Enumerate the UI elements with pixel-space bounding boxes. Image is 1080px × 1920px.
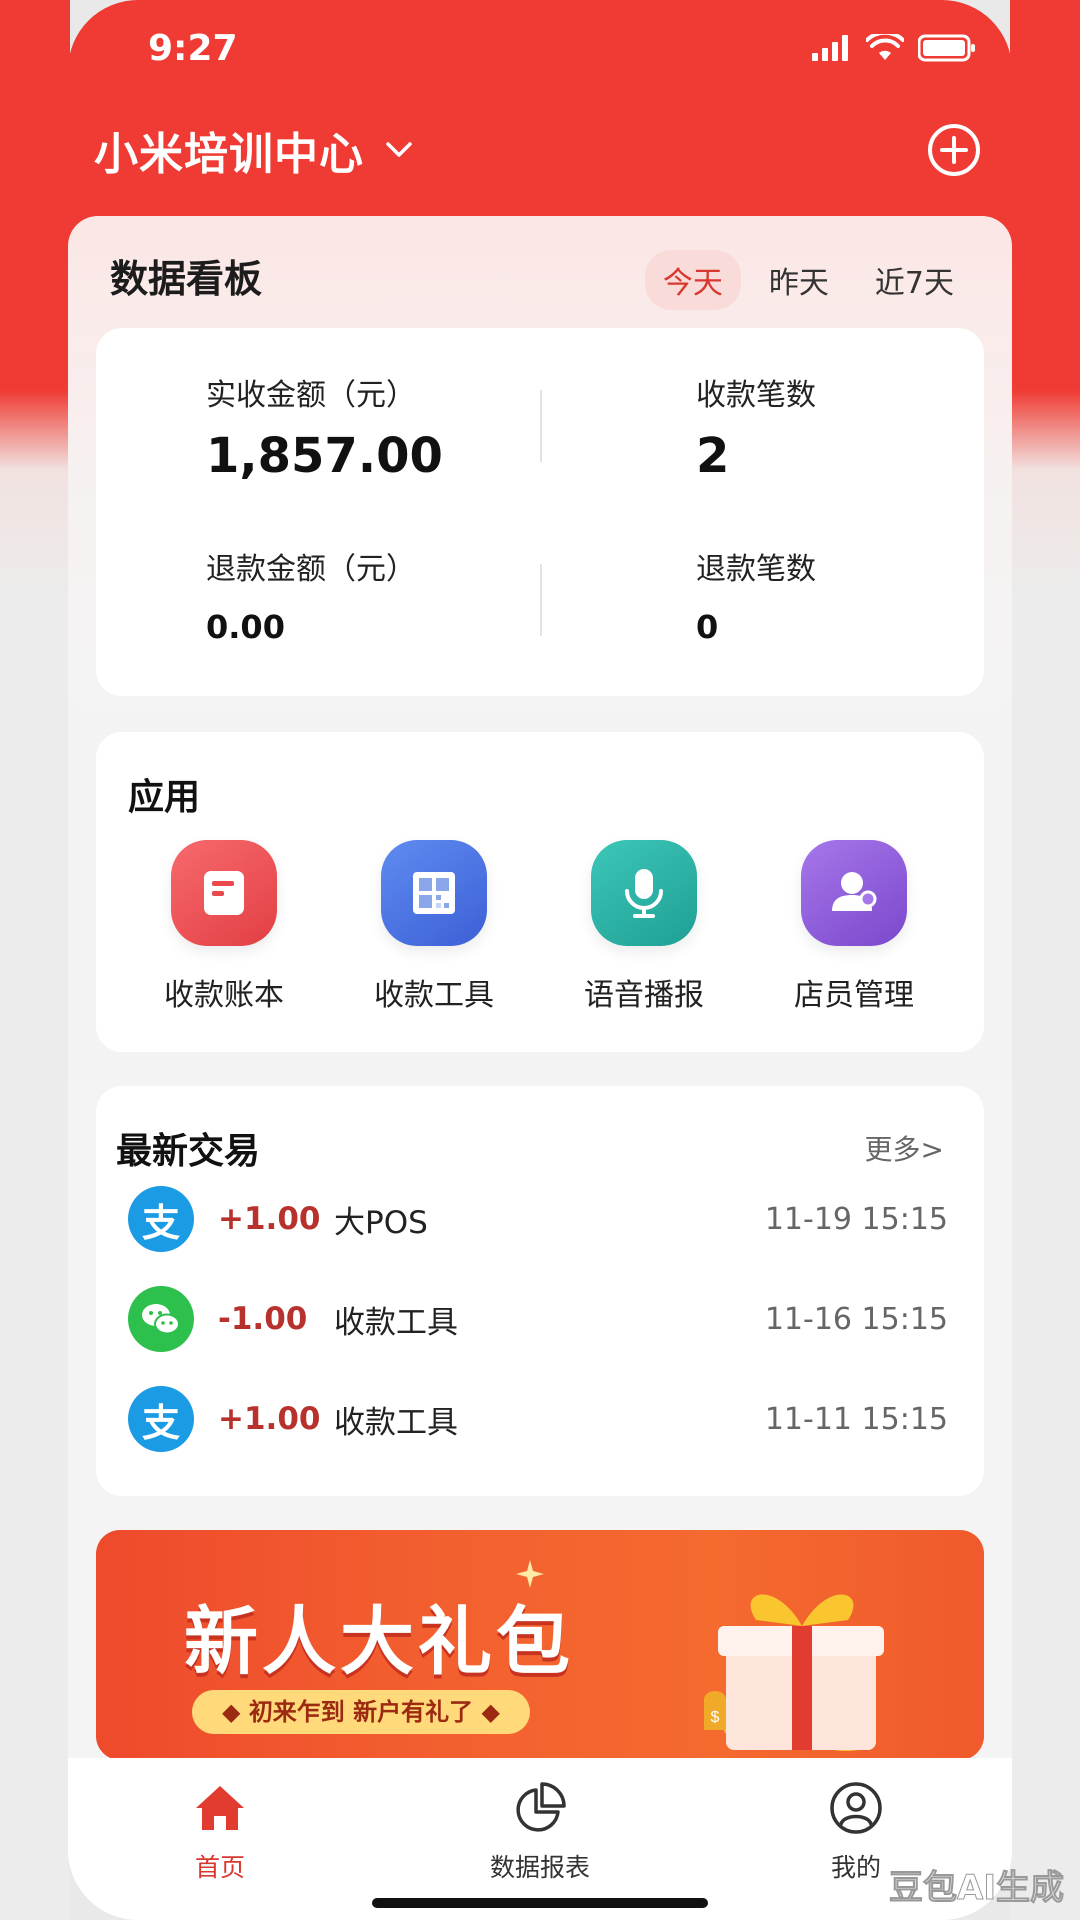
app-payment-tool-label: 收款工具 — [374, 978, 494, 1013]
svg-text:$: $ — [711, 1709, 720, 1726]
refund-count-value: 0 — [696, 608, 719, 646]
stats-divider — [540, 564, 542, 636]
promo-banner[interactable]: 新人大礼包 ◆ 初来乍到 新户有礼了 ◆ $ — [96, 1530, 984, 1760]
range-tab-today[interactable]: 今天 — [644, 250, 741, 310]
wechat-pay-icon — [128, 1286, 194, 1352]
payment-count-label: 收款笔数 — [696, 378, 816, 413]
status-icons — [812, 34, 976, 62]
app-staff-management-label: 店员管理 — [794, 978, 914, 1013]
transaction-row[interactable]: -1.00 收款工具 11-16 15:15 — [128, 1284, 948, 1354]
received-amount-label: 实收金额（元） — [206, 378, 416, 413]
microphone-icon — [591, 840, 697, 946]
transaction-time: 11-11 15:15 — [764, 1401, 948, 1437]
home-indicator[interactable] — [372, 1898, 708, 1908]
banner-subtitle: ◆ 初来乍到 新户有礼了 ◆ — [192, 1690, 530, 1734]
range-tab-yesterday[interactable]: 昨天 — [751, 250, 847, 310]
pie-chart-icon — [516, 1782, 566, 1832]
tab-home-label: 首页 — [194, 1853, 245, 1882]
app-voice-broadcast[interactable]: 语音播报 — [564, 840, 724, 1014]
transaction-desc: 收款工具 — [334, 1404, 458, 1441]
refund-amount-stat: 退款金额（元） 0.00 — [206, 544, 416, 646]
shop-name: 小米培训中心 — [94, 129, 364, 180]
wifi-icon — [866, 34, 904, 60]
banner-title: 新人大礼包 — [184, 1599, 574, 1685]
tab-reports-label: 数据报表 — [489, 1853, 590, 1882]
status-time: 9:27 — [148, 27, 238, 69]
transaction-time: 11-19 15:15 — [764, 1201, 948, 1237]
transaction-row[interactable]: 支 +1.00 收款工具 11-11 15:15 — [128, 1384, 948, 1454]
gift-box-icon: $ — [704, 1594, 884, 1751]
app-ledger[interactable]: 收款账本 — [144, 840, 304, 1014]
transactions-card: 最新交易 更多> 支 +1.00 大POS 11-19 15:15 -1.00 … — [96, 1086, 984, 1496]
add-circle-icon[interactable] — [926, 122, 982, 178]
transaction-amount: -1.00 — [218, 1301, 308, 1337]
payment-count-stat: 收款笔数 2 — [696, 370, 816, 484]
status-bar: 9:27 — [148, 22, 976, 74]
user-icon — [830, 1782, 882, 1834]
apps-title: 应用 — [128, 777, 201, 818]
range-tab-7days[interactable]: 近7天 — [857, 250, 972, 310]
alipay-icon: 支 — [128, 1386, 194, 1452]
more-link[interactable]: 更多> — [865, 1128, 944, 1168]
app-payment-tool[interactable]: 收款工具 — [354, 840, 514, 1014]
apps-card: 应用 收款账本 收款工具 语音播报 店员管理 — [96, 732, 984, 1052]
stats-divider — [540, 390, 542, 462]
home-icon — [196, 1786, 244, 1830]
staff-icon — [801, 840, 907, 946]
dashboard-title: 数据看板 — [110, 257, 263, 301]
transactions-title: 最新交易 — [116, 1131, 261, 1172]
transaction-row[interactable]: 支 +1.00 大POS 11-19 15:15 — [128, 1184, 948, 1254]
app-ledger-label: 收款账本 — [164, 978, 284, 1013]
ledger-icon — [171, 840, 277, 946]
shop-selector[interactable]: 小米培训中心 — [94, 118, 414, 182]
refund-amount-label: 退款金额（元） — [206, 552, 416, 587]
stats-card: 实收金额（元） 1,857.00 收款笔数 2 退款金额（元） 0.00 退款笔… — [96, 328, 984, 696]
header: 小米培训中心 — [94, 110, 982, 190]
transaction-desc: 大POS — [334, 1204, 428, 1241]
chevron-down-icon — [386, 142, 412, 157]
transaction-desc: 收款工具 — [334, 1304, 458, 1341]
tab-reports[interactable]: 数据报表 — [440, 1780, 640, 1884]
alipay-icon: 支 — [128, 1186, 194, 1252]
refund-count-label: 退款笔数 — [696, 552, 816, 587]
signal-icon — [812, 35, 848, 61]
app-staff-management[interactable]: 店员管理 — [774, 840, 934, 1014]
tab-bar: 首页 数据报表 我的 — [68, 1758, 1012, 1920]
watermark: 豆包AI生成 — [889, 1868, 1065, 1909]
background-left — [0, 0, 70, 1920]
battery-icon — [918, 34, 975, 62]
transaction-amount: +1.00 — [218, 1401, 321, 1437]
refund-count-stat: 退款笔数 0 — [696, 544, 816, 646]
qrcode-icon — [381, 840, 487, 946]
transaction-time: 11-16 15:15 — [764, 1301, 948, 1337]
received-amount-stat: 实收金额（元） 1,857.00 — [206, 370, 443, 484]
background-right — [1010, 0, 1080, 1920]
tab-home[interactable]: 首页 — [120, 1780, 320, 1884]
phone-screen: 9:27 小米培训中心 数据看板 今天 昨天 近7天 实收金额（元） 1,857… — [68, 0, 1012, 1920]
payment-count-value: 2 — [696, 428, 730, 484]
app-voice-broadcast-label: 语音播报 — [584, 978, 704, 1013]
transaction-amount: +1.00 — [218, 1201, 321, 1237]
refund-amount-value: 0.00 — [206, 608, 285, 646]
received-amount-value: 1,857.00 — [206, 428, 443, 484]
range-tabs: 今天 昨天 近7天 — [644, 250, 972, 310]
